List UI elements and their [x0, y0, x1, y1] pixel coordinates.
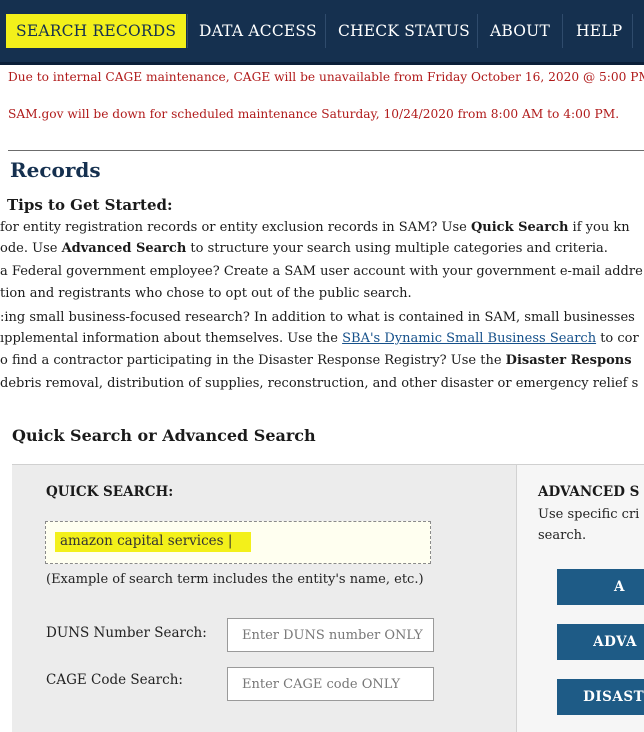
tip-text: ıpplemental information about themselves…	[0, 331, 343, 346]
advanced-button-1[interactable]: A	[557, 569, 644, 605]
cage-label: CAGE Code Search:	[46, 672, 183, 688]
quick-search-term: Quick Search	[470, 220, 569, 235]
nav-data-access[interactable]: DATA ACCESS	[199, 14, 317, 48]
nav-divider	[562, 14, 563, 48]
tip-line: ıpplemental information about themselves…	[0, 331, 639, 346]
tip-text: ode. Use	[0, 241, 62, 256]
nav-divider	[325, 14, 326, 48]
tip-line: ode. Use Advanced Search to structure yo…	[0, 241, 608, 256]
nav-divider	[632, 14, 633, 48]
maintenance-alert: Due to internal CAGE maintenance, CAGE w…	[8, 70, 644, 84]
nav-divider	[477, 14, 478, 48]
search-section-heading: Quick Search or Advanced Search	[12, 426, 316, 445]
duns-label: DUNS Number Search:	[46, 625, 207, 641]
quick-search-value: amazon capital services |	[60, 533, 233, 549]
top-navigation: SEARCH RECORDS DATA ACCESS CHECK STATUS …	[0, 0, 644, 65]
tip-text: to structure your search using multiple …	[186, 241, 608, 256]
maintenance-alert: SAM.gov will be down for scheduled maint…	[8, 107, 620, 121]
nav-about[interactable]: ABOUT	[490, 14, 550, 48]
page-title: Records	[10, 158, 101, 182]
disaster-search-button[interactable]: DISASTI	[557, 679, 644, 715]
tip-line: for entity registration records or entit…	[0, 220, 630, 235]
tip-line: tion and registrants who chose to opt ou…	[0, 286, 412, 301]
advanced-search-desc: Use specific cri	[538, 507, 640, 522]
tip-text: if you kn	[568, 220, 630, 235]
tip-line: debris removal, distribution of supplies…	[0, 376, 639, 391]
quick-search-input[interactable]: amazon capital services |	[45, 521, 431, 564]
quick-search-label: QUICK SEARCH:	[46, 484, 174, 500]
advanced-search-title: ADVANCED S	[538, 484, 640, 500]
divider	[8, 150, 644, 151]
nav-search-records[interactable]: SEARCH RECORDS	[6, 14, 187, 48]
tip-line: o find a contractor participating in the…	[0, 353, 632, 368]
advanced-search-button[interactable]: ADVA	[557, 624, 644, 660]
nav-divider	[187, 14, 188, 48]
tips-heading: Tips to Get Started:	[7, 196, 173, 214]
advanced-search-term: Advanced Search	[61, 241, 187, 256]
tip-text: o find a contractor participating in the…	[0, 353, 506, 368]
tip-text: to cor	[596, 331, 639, 346]
nav-check-status[interactable]: CHECK STATUS	[338, 14, 470, 48]
advanced-search-desc: search.	[538, 528, 587, 543]
cage-input[interactable]	[227, 667, 434, 701]
tip-line: :ing small business-focused research? In…	[0, 310, 635, 325]
tip-text: for entity registration records or entit…	[0, 220, 471, 235]
search-example-hint: (Example of search term includes the ent…	[46, 572, 424, 587]
nav-help[interactable]: HELP	[576, 14, 622, 48]
duns-input[interactable]	[227, 618, 434, 652]
tip-line: a Federal government employee? Create a …	[0, 264, 643, 279]
disaster-response-term: Disaster Respons	[505, 353, 632, 368]
sba-search-link[interactable]: SBA's Dynamic Small Business Search	[342, 331, 596, 346]
